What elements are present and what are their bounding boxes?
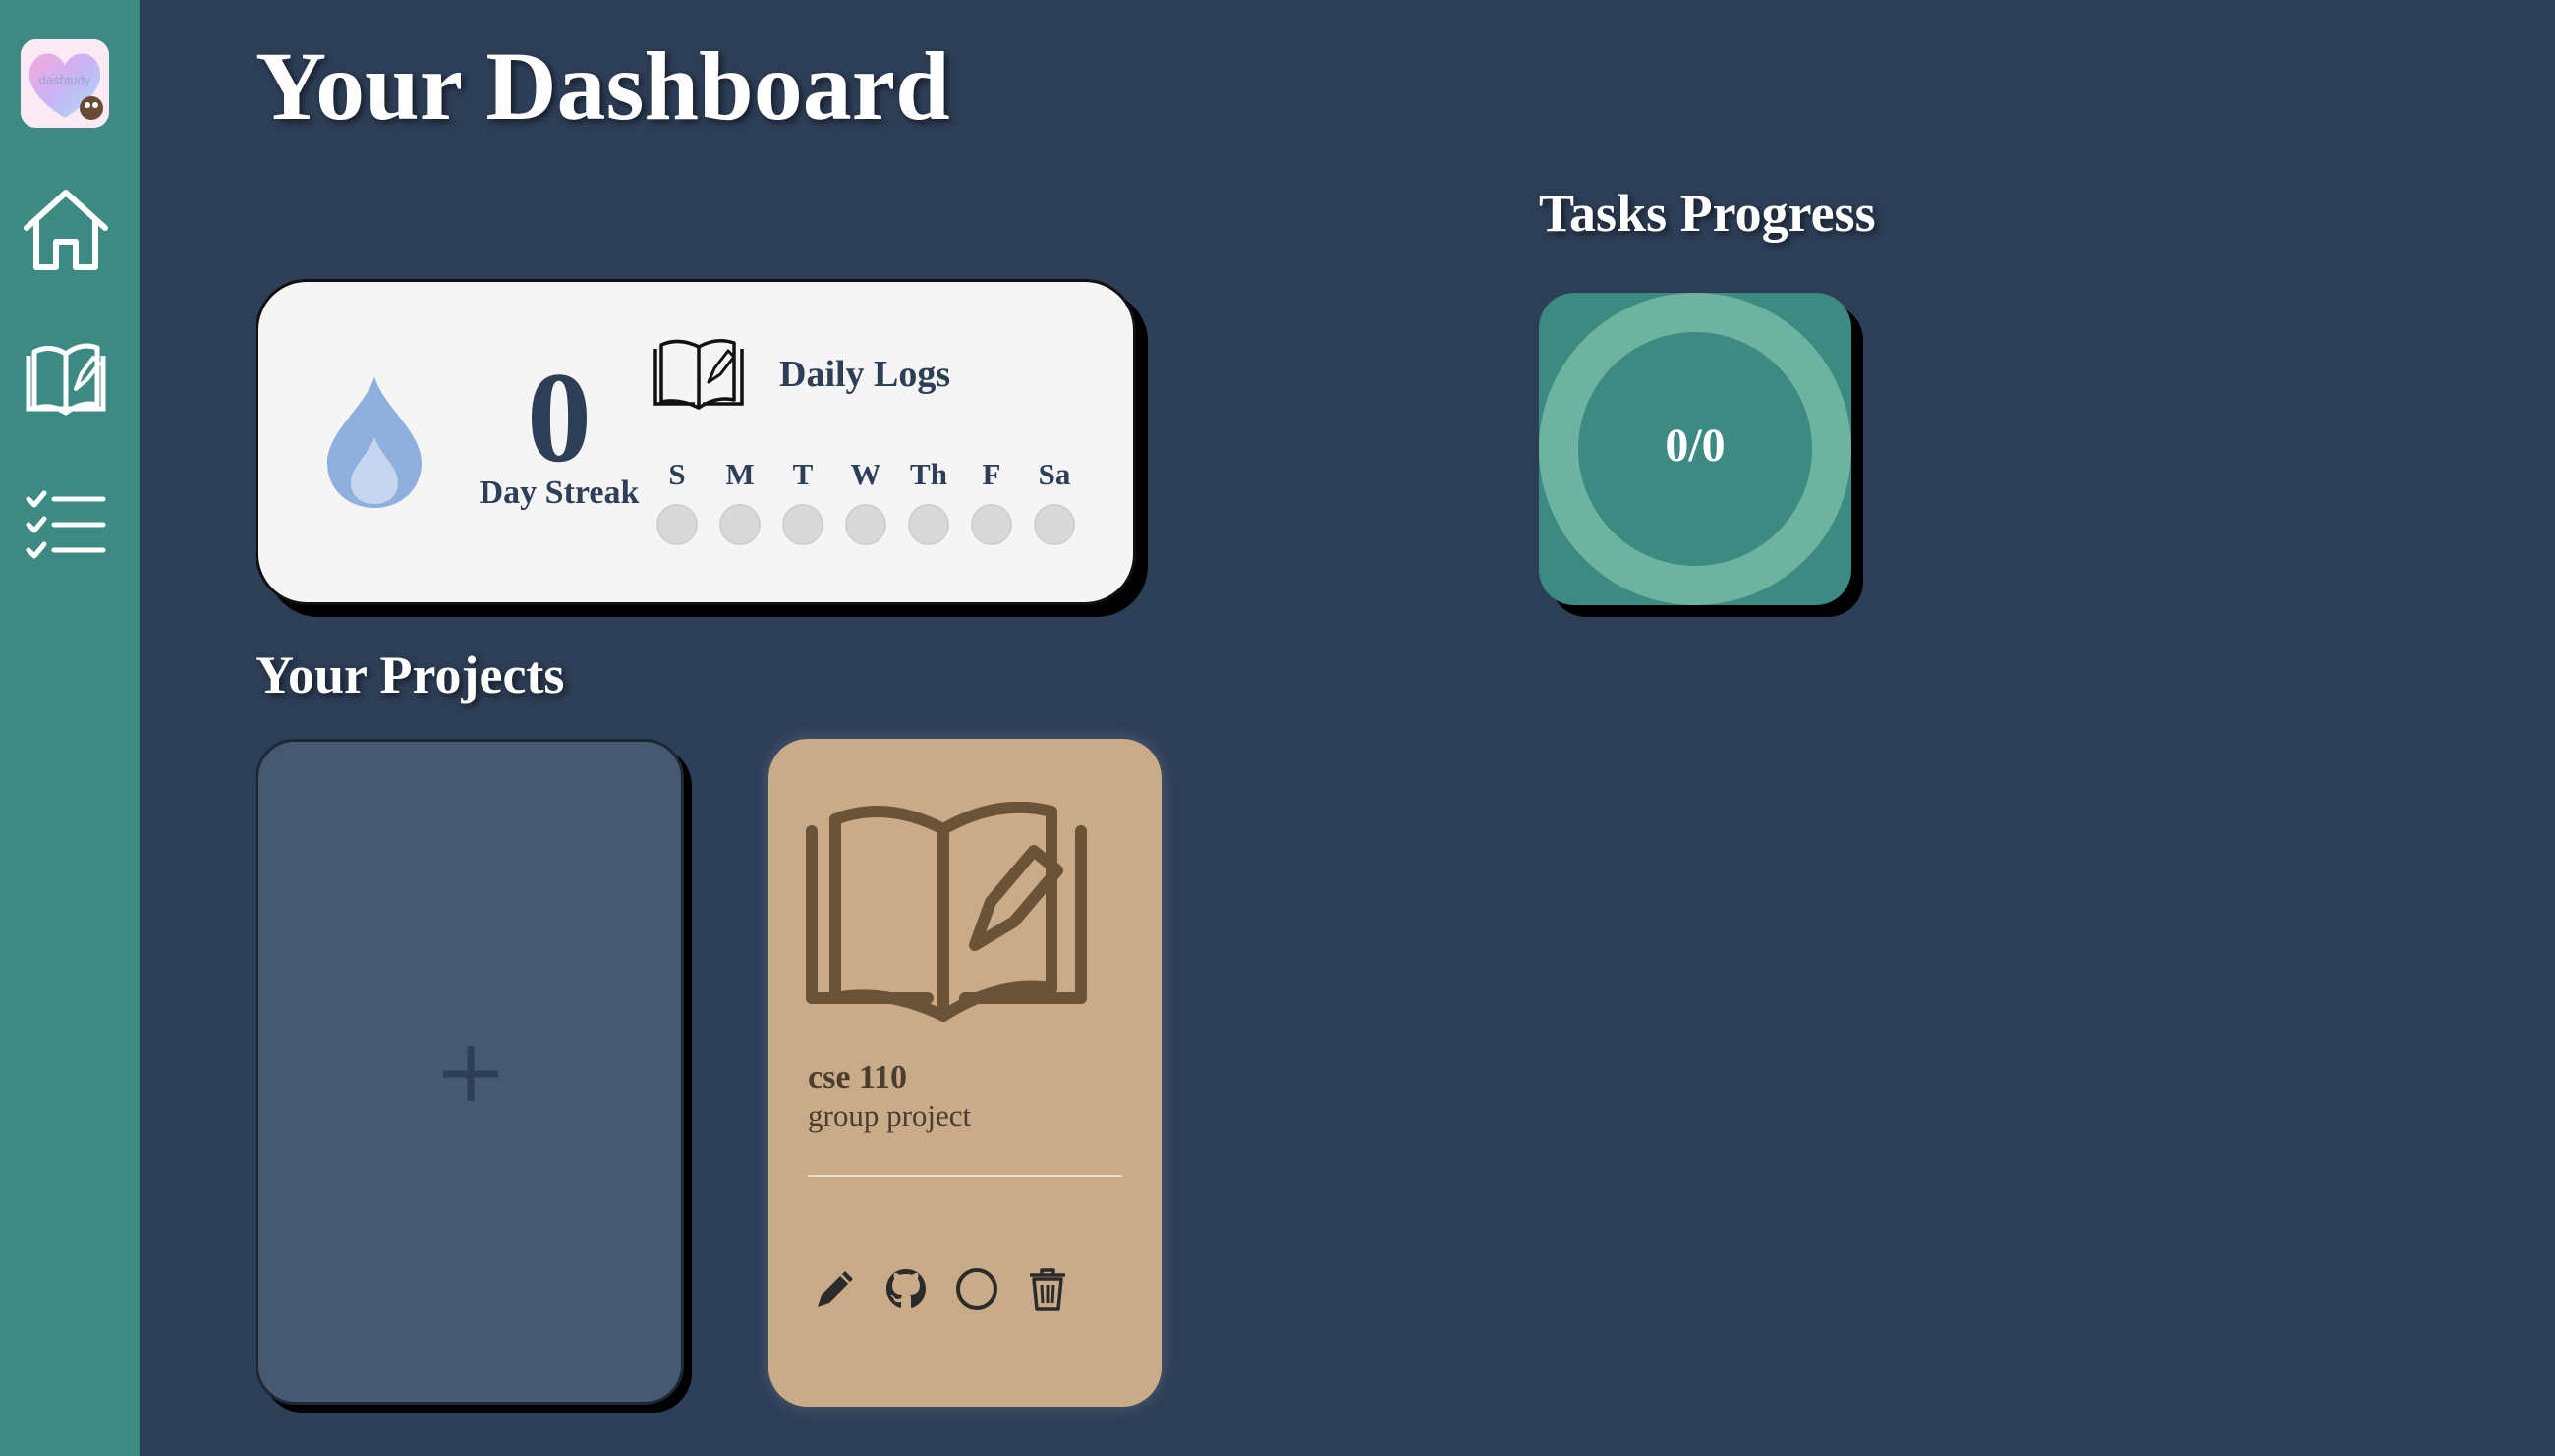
project-card[interactable]: cse 110 group project — [768, 739, 1162, 1407]
sidebar: dashtudy — [0, 0, 140, 1456]
tasks-progress-value: 0/0 — [1665, 420, 1726, 472]
streak-card: 0 Day Streak Daily Logs S M T W Th F Sa — [256, 279, 1136, 605]
day-label: T — [792, 457, 814, 491]
weekday-tracker: S M T W Th F Sa — [646, 457, 1086, 545]
day-label: Sa — [1038, 457, 1071, 491]
divider — [808, 1175, 1122, 1177]
day-sunday: S — [646, 457, 709, 545]
day-saturday: Sa — [1023, 457, 1086, 545]
github-icon[interactable] — [882, 1265, 930, 1313]
day-dot — [971, 504, 1012, 545]
day-label: M — [725, 457, 755, 491]
day-label: S — [668, 457, 686, 491]
checklist-icon[interactable] — [21, 481, 111, 572]
logo-text: dashtudy — [38, 73, 91, 87]
flame-icon — [327, 376, 422, 508]
project-actions — [812, 1265, 1071, 1313]
day-wednesday: W — [834, 457, 897, 545]
book-pen-icon — [806, 802, 1087, 1022]
app-logo[interactable]: dashtudy — [21, 39, 109, 128]
add-project-button[interactable] — [256, 739, 684, 1405]
project-description: group project — [808, 1098, 972, 1133]
circle-icon[interactable] — [953, 1265, 1000, 1313]
day-monday: M — [709, 457, 771, 545]
day-dot — [1034, 504, 1075, 545]
pencil-icon[interactable] — [812, 1265, 859, 1313]
day-dot — [719, 504, 761, 545]
day-dot — [656, 504, 698, 545]
streak-count: 0 — [527, 345, 592, 489]
trash-icon[interactable] — [1024, 1265, 1071, 1313]
plus-icon — [443, 1046, 498, 1101]
tasks-progress-card: 0/0 — [1539, 293, 1851, 605]
day-dot — [908, 504, 949, 545]
tasks-progress-title: Tasks Progress — [1539, 184, 1876, 243]
day-label: Th — [910, 457, 947, 491]
day-thursday: Th — [897, 457, 960, 545]
page-title: Your Dashboard — [256, 31, 950, 140]
day-dot — [782, 504, 823, 545]
project-name: cse 110 — [808, 1059, 908, 1095]
day-friday: F — [960, 457, 1023, 545]
daily-logs-title: Daily Logs — [779, 354, 951, 395]
day-tuesday: T — [771, 457, 834, 545]
projects-title: Your Projects — [256, 645, 565, 704]
day-label: W — [850, 457, 881, 491]
day-label: F — [982, 457, 1001, 491]
book-pen-icon — [653, 339, 744, 410]
book-pen-icon[interactable] — [21, 334, 111, 424]
home-icon[interactable] — [21, 185, 111, 275]
day-dot — [845, 504, 886, 545]
